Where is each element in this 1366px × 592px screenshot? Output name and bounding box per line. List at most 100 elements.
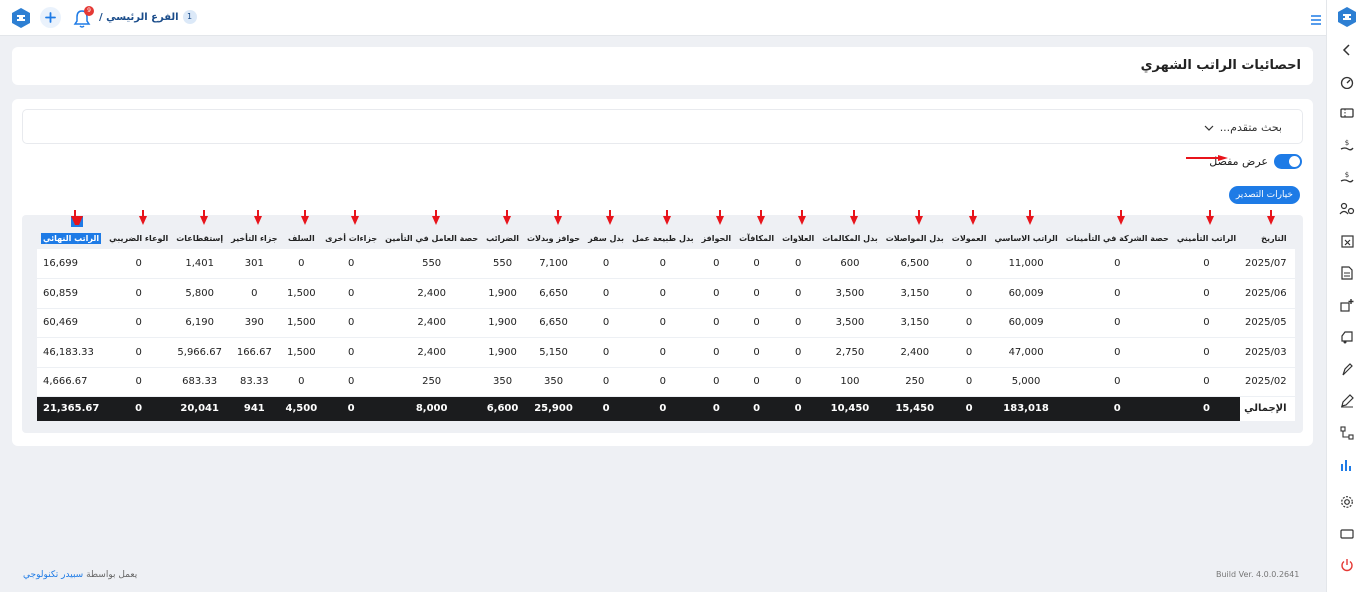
column-header-label: بدل سفر (588, 233, 625, 243)
table-cell: 2,400 (381, 337, 483, 368)
column-header[interactable]: جزاء التأخير (227, 210, 281, 249)
export-options-button[interactable]: خيارات التصدير (1228, 186, 1300, 204)
table-cell: 2,400 (381, 308, 483, 338)
column-header[interactable]: الحوافز (698, 210, 735, 249)
table-cell: 0 (947, 367, 991, 397)
table-cell: 60,009 (990, 308, 1062, 338)
table-cell: 550 (381, 249, 483, 279)
table-cell: 2,400 (881, 337, 948, 368)
table-row[interactable]: 2025/07 0 0 11,000 0 6,500 600 0 0 0 0 0 7,100 550 550… (37, 249, 1295, 279)
table-cell: 0 (321, 249, 382, 279)
column-header-label: بدل طبيعة عمل (632, 233, 694, 243)
table-cell: 5,000 (990, 367, 1062, 397)
branch-breadcrumb[interactable]: 1 الفرع الرئيسي / (99, 8, 197, 26)
statistics-chart-icon[interactable] (1338, 456, 1356, 474)
org-chart-icon[interactable] (1338, 424, 1356, 442)
window-icon[interactable] (1338, 525, 1356, 543)
dashboard-gauge-icon[interactable] (1338, 73, 1356, 91)
column-header[interactable]: العمولات (948, 210, 991, 249)
add-icon[interactable] (40, 7, 61, 28)
column-header-label: الراتب النهائي (41, 232, 102, 244)
table-row[interactable]: 2025/03 0 0 47,000 0 2,400 2,750 0 0 0 0 0 5,150 1,90… (37, 337, 1295, 368)
total-cell: 0 (584, 396, 629, 421)
table-cell: 3,500 (818, 308, 882, 338)
column-header-label: التاريخ (1261, 233, 1287, 243)
table-cell: 350 (482, 367, 523, 397)
column-header[interactable]: حوافز وبدلات (523, 210, 584, 249)
annotation-arrow-icon (1206, 210, 1215, 225)
table-cell: 0 (697, 367, 736, 397)
table-cell: 2025/07 (1240, 249, 1295, 279)
edit-pen-icon[interactable] (1338, 392, 1356, 410)
annotation-arrow-icon (798, 210, 807, 225)
annotation-arrow-icon (71, 210, 84, 227)
column-header[interactable]: التاريخ (1240, 210, 1294, 249)
payment-hand-icon[interactable]: $ (1338, 168, 1356, 186)
table-cell: 0 (947, 278, 991, 309)
footer-powered-by: يعمل بواسطة سبيدر تكنولوجي (23, 570, 137, 580)
column-header[interactable]: حصة العامل في التأمين (381, 210, 482, 249)
notifications-bell-icon[interactable]: 9 (72, 6, 94, 30)
column-header[interactable]: بدل سفر (584, 210, 628, 249)
table-cell: 0 (105, 367, 173, 397)
column-header-label: بدل المكالمات (822, 233, 878, 243)
total-cell: 0 (697, 396, 736, 421)
menu-icon[interactable] (1310, 11, 1322, 25)
column-header[interactable]: الوعاء الضريبي (105, 210, 172, 249)
table-cell: 0 (105, 337, 173, 368)
table-cell: 0 (1061, 308, 1173, 338)
ticket-icon[interactable] (1338, 104, 1356, 122)
column-header[interactable]: العلاوات (778, 210, 818, 249)
total-cell: 941 (227, 396, 282, 421)
column-header[interactable]: إستقطاعات (172, 210, 227, 249)
footer-brand-link[interactable]: سبيدر تكنولوجي (23, 570, 83, 580)
table-cell: 1,900 (482, 308, 523, 338)
table-cell: 0 (697, 337, 736, 368)
column-header-label: جزاءات أخرى (325, 233, 378, 243)
annotation-arrow-icon (716, 210, 725, 225)
table-cell: 46,183.33 (37, 337, 106, 368)
column-header[interactable]: الراتب التأميني (1173, 210, 1240, 249)
table-cell: 0 (628, 278, 698, 309)
table-cell: 0 (628, 367, 698, 397)
advanced-search-panel[interactable]: بحث متقدم... (22, 109, 1303, 144)
users-settings-icon[interactable] (1338, 200, 1356, 218)
document-icon[interactable] (1338, 264, 1356, 282)
collapse-chevron-icon[interactable] (1338, 41, 1356, 59)
salary-hand-icon[interactable]: $ (1338, 136, 1356, 154)
column-header[interactable]: الراتب الاساسي (990, 210, 1061, 249)
annotation-arrow-icon (969, 210, 978, 225)
table-cell: 0 (947, 308, 991, 338)
table-cell: 0 (735, 337, 779, 368)
annotation-arrow-icon (431, 210, 440, 225)
table-row[interactable]: 2025/02 0 0 5,000 0 250 100 0 0 0 0 0 350 350 250 0 0 83.… (37, 367, 1295, 397)
column-header-label: بدل المواصلات (885, 233, 944, 243)
table-cell: 1,900 (482, 337, 523, 368)
total-label: الإجمالي (1240, 396, 1295, 421)
logout-power-icon[interactable] (1338, 556, 1356, 574)
column-header[interactable]: حصة الشركة في التأمينات (1062, 210, 1173, 249)
column-header[interactable]: بدل طبيعة عمل (628, 210, 698, 249)
table-row[interactable]: 2025/05 0 0 60,009 0 3,150 3,500 0 0 0 0 0 6,650 1,90… (37, 308, 1295, 338)
detailed-view-toggle[interactable] (1274, 154, 1302, 169)
table-cell: 0 (1061, 278, 1173, 309)
vehicle-icon[interactable] (1338, 328, 1356, 346)
column-header[interactable]: المكافآت (735, 210, 778, 249)
sidebar-logo-icon[interactable] (1336, 6, 1358, 28)
table-cell: 250 (881, 367, 948, 397)
column-header[interactable]: بدل المكالمات (818, 210, 882, 249)
approval-pen-icon[interactable] (1338, 360, 1356, 378)
column-header[interactable]: جزاءات أخرى (321, 210, 381, 249)
table-cell: 0 (584, 308, 629, 338)
settings-gear-icon[interactable] (1338, 493, 1356, 511)
column-header[interactable]: السلف (282, 210, 322, 249)
cancel-box-icon[interactable] (1338, 232, 1356, 250)
table-row[interactable]: 2025/06 0 0 60,009 0 3,150 3,500 0 0 0 0 0 6,650 1,90… (37, 278, 1295, 309)
column-header[interactable]: بدل المواصلات (882, 210, 948, 249)
column-header[interactable]: الضرائب (482, 210, 523, 249)
add-module-icon[interactable] (1338, 296, 1356, 314)
app-logo-icon[interactable] (11, 7, 31, 29)
column-header[interactable]: الراتب النهائي (37, 210, 105, 249)
table-cell: 6,650 (522, 308, 585, 338)
annotation-arrow-icon (756, 210, 765, 225)
